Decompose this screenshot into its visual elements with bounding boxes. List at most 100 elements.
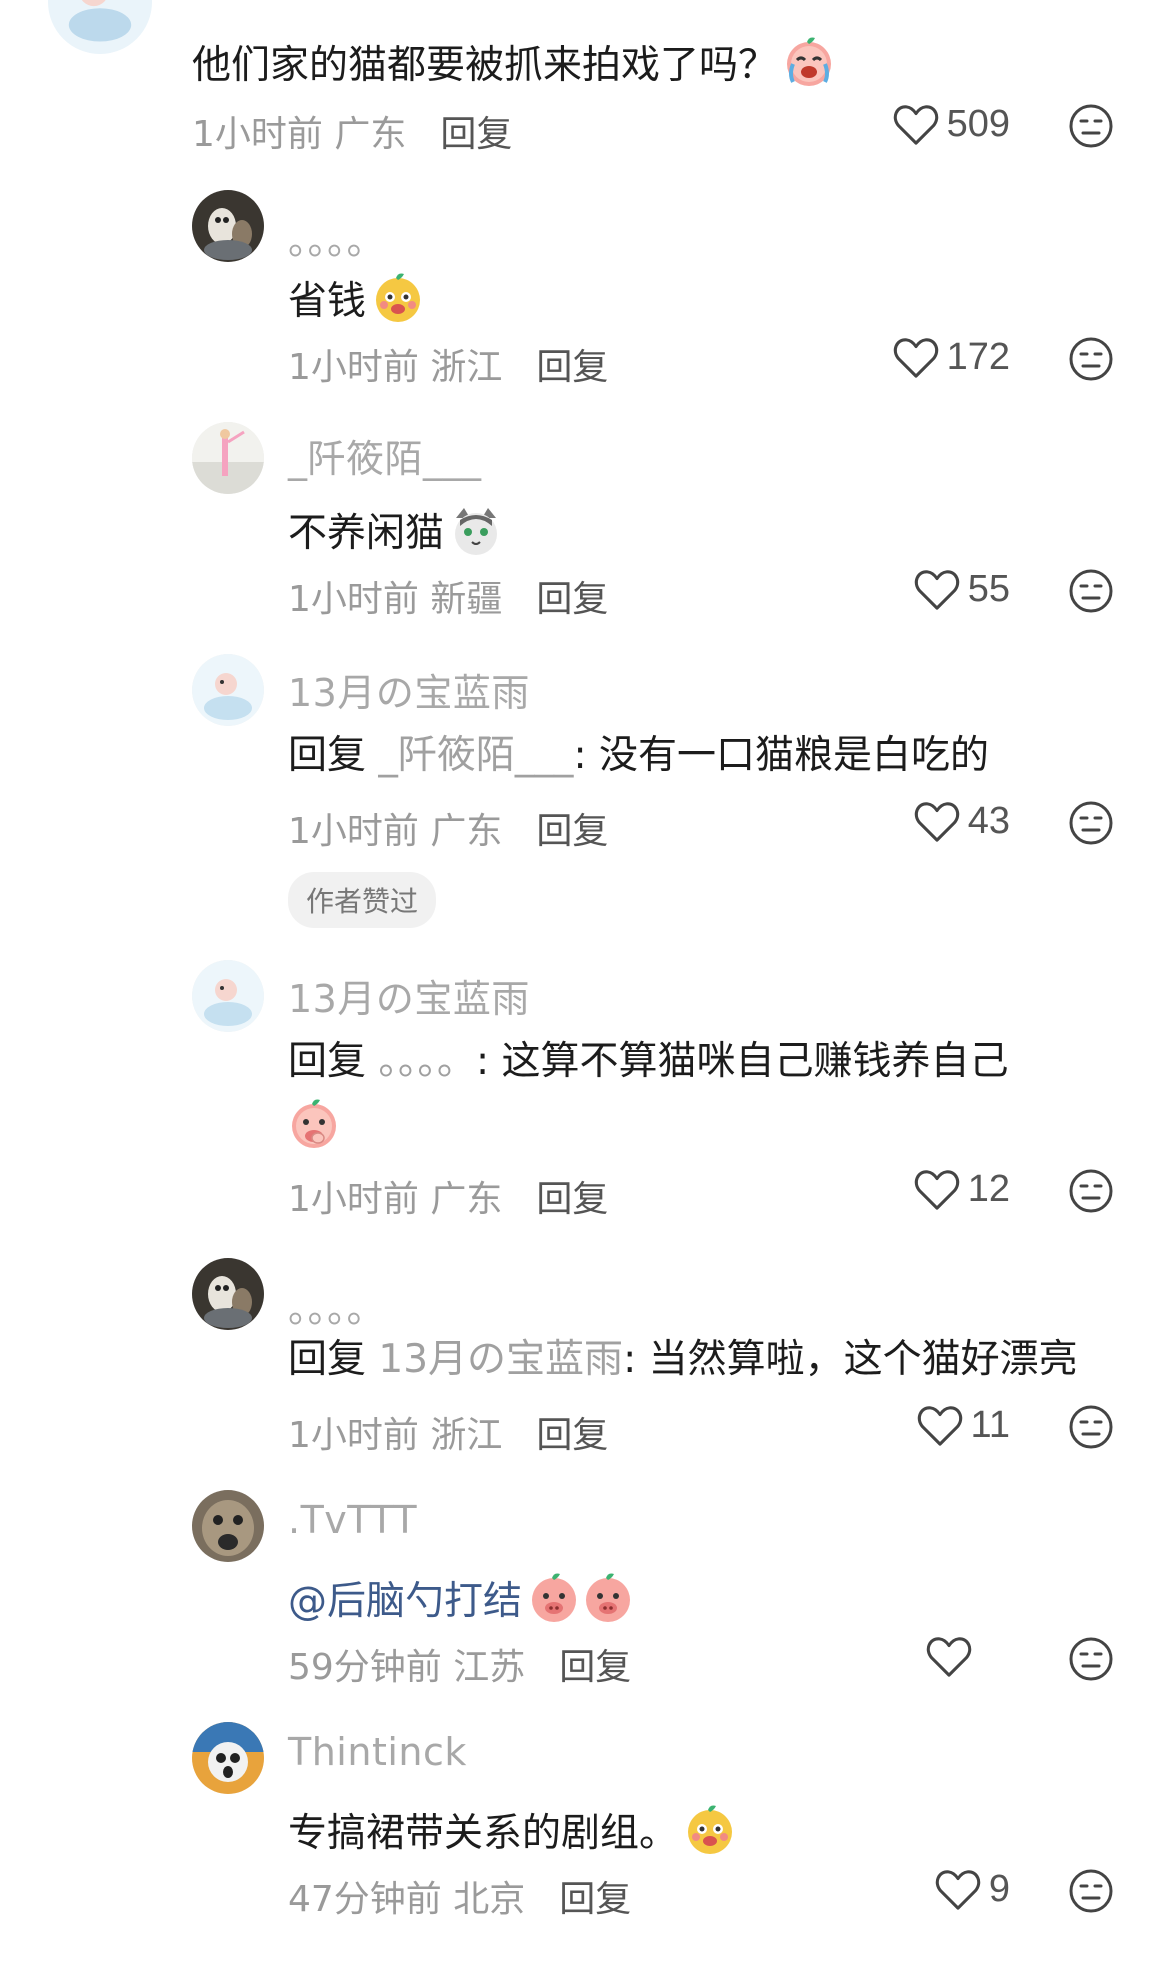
like-count: 55 xyxy=(967,568,1010,610)
crying-pink-face-emoji xyxy=(783,36,835,88)
comment-time-location: 47分钟前 北京 xyxy=(288,1879,526,1920)
comment-meta: 1小时前 浙江 回复 xyxy=(288,338,608,390)
reply-button[interactable]: 回复 xyxy=(440,114,512,155)
dislike-button[interactable] xyxy=(1068,1168,1114,1214)
dislike-button[interactable] xyxy=(1068,568,1114,614)
reply-target-username[interactable]: 13月の宝蓝雨 xyxy=(378,1337,623,1382)
heart-outline-icon xyxy=(914,569,959,610)
comment-meta: 1小时前 广东 回复 xyxy=(192,105,512,157)
comment-time-location: 1小时前 浙江 xyxy=(288,1415,503,1456)
like-count: 509 xyxy=(946,103,1010,145)
like-count: 43 xyxy=(967,800,1010,842)
dislike-button[interactable] xyxy=(1068,1404,1114,1450)
avatar[interactable] xyxy=(192,422,264,494)
neutral-face-icon xyxy=(1069,569,1113,613)
pink-face-covering-mouth-emoji xyxy=(288,1098,340,1150)
author-liked-badge: 作者赞过 xyxy=(288,872,437,928)
neutral-face-icon xyxy=(1069,801,1113,845)
neutral-face-icon xyxy=(1069,1869,1113,1913)
like-count: 9 xyxy=(988,1868,1010,1910)
comment-time-location: 1小时前 广东 xyxy=(288,1179,503,1220)
comment-text-continued xyxy=(288,1098,340,1150)
comment-text: 专搞裙带关系的剧组。 xyxy=(288,1804,736,1856)
avatar[interactable] xyxy=(192,1490,264,1562)
like-button[interactable]: 11 xyxy=(870,1404,1010,1447)
reply-button[interactable]: 回复 xyxy=(536,347,608,388)
username[interactable]: 13月の宝蓝雨 xyxy=(288,662,530,717)
heart-outline-icon xyxy=(914,1169,959,1210)
avatar[interactable] xyxy=(192,960,264,1032)
neutral-face-icon xyxy=(1069,1169,1113,1213)
mention-link[interactable]: @后脑勺打结 xyxy=(288,1579,522,1624)
heart-outline-icon xyxy=(914,801,959,842)
like-count: 11 xyxy=(970,1404,1010,1446)
like-button[interactable]: 509 xyxy=(870,103,1010,146)
heart-outline-icon xyxy=(935,1869,981,1910)
heart-outline-icon xyxy=(893,337,938,378)
reply-button[interactable]: 回复 xyxy=(559,1647,631,1688)
neutral-face-icon xyxy=(1069,1405,1113,1449)
crying-yellow-face-emoji xyxy=(372,272,424,324)
like-count: 12 xyxy=(967,1168,1010,1210)
reply-button[interactable]: 回复 xyxy=(536,1415,608,1456)
comment-text: 回复 _阡筱陌___: 没有一口猫粮是白吃的 xyxy=(288,733,989,778)
username[interactable]: Thintinck xyxy=(288,1730,467,1774)
like-button[interactable]: 55 xyxy=(870,568,1010,611)
neutral-face-icon xyxy=(1069,1637,1113,1681)
username[interactable]: 。。。。 xyxy=(288,1278,385,1333)
heart-outline-icon xyxy=(926,1637,972,1677)
comment-meta: 1小时前 广东 回复 xyxy=(288,802,608,854)
comment-time-location: 1小时前 浙江 xyxy=(288,347,503,388)
username[interactable]: 13月の宝蓝雨 xyxy=(288,968,530,1023)
avatar[interactable] xyxy=(192,1258,264,1330)
like-button[interactable]: 12 xyxy=(870,1168,1010,1211)
like-button[interactable]: 43 xyxy=(870,800,1010,843)
dislike-button[interactable] xyxy=(1068,103,1114,149)
dislike-button[interactable] xyxy=(1068,336,1114,382)
dislike-button[interactable] xyxy=(1068,1636,1114,1682)
comment-time-location: 1小时前 广东 xyxy=(192,114,407,155)
like-button[interactable]: 172 xyxy=(870,336,1010,379)
like-button[interactable]: 9 xyxy=(920,1868,1010,1911)
comment-text: 回复 。。。。: 这算不算猫咪自己赚钱养自己 xyxy=(288,1039,1009,1084)
heart-outline-icon xyxy=(893,104,938,145)
username[interactable]: .TvTTT xyxy=(288,1498,417,1542)
reply-button[interactable]: 回复 xyxy=(559,1879,631,1920)
comment-time-location: 59分钟前 江苏 xyxy=(288,1647,526,1688)
comment-text: 省钱 xyxy=(288,272,424,324)
username[interactable]: 。。。。 xyxy=(288,210,385,265)
avatar[interactable] xyxy=(192,1722,264,1794)
comment-time-location: 1小时前 广东 xyxy=(288,811,503,852)
comment-meta: 47分钟前 北京 回复 xyxy=(288,1870,631,1922)
crying-yellow-face-emoji xyxy=(684,1804,736,1856)
comment-meta: 1小时前 新疆 回复 xyxy=(288,570,608,622)
comment-time-location: 1小时前 新疆 xyxy=(288,579,503,620)
comment-text: @后脑勺打结 xyxy=(288,1572,634,1624)
comment-meta: 1小时前 广东 回复 xyxy=(288,1170,608,1222)
avatar[interactable] xyxy=(192,190,264,262)
neutral-face-icon xyxy=(1069,104,1113,148)
comment-feed: 他们家的猫都要被抓来拍戏了吗？ 1小时前 广东 回复 509 。。。。 省钱 1小… xyxy=(0,0,1170,1971)
reply-button[interactable]: 回复 xyxy=(536,811,608,852)
cat-face-emoji xyxy=(450,504,502,556)
comment-text: 不养闲猫 xyxy=(288,504,502,556)
pig-face-emoji xyxy=(528,1572,580,1624)
comment-meta: 1小时前 浙江 回复 xyxy=(288,1406,608,1458)
avatar[interactable] xyxy=(48,0,152,54)
reply-target-username[interactable]: _阡筱陌___ xyxy=(378,733,573,778)
heart-outline-icon xyxy=(917,1405,962,1446)
reply-button[interactable]: 回复 xyxy=(536,1179,608,1220)
like-button[interactable] xyxy=(920,1636,980,1678)
username[interactable]: _阡筱陌___ xyxy=(288,428,482,483)
reply-button[interactable]: 回复 xyxy=(536,579,608,620)
avatar[interactable] xyxy=(192,654,264,726)
dislike-button[interactable] xyxy=(1068,1868,1114,1914)
like-count: 172 xyxy=(946,336,1010,378)
comment-meta: 59分钟前 江苏 回复 xyxy=(288,1638,631,1690)
pig-face-emoji xyxy=(582,1572,634,1624)
comment-text: 回复 13月の宝蓝雨: 当然算啦，这个猫好漂亮 xyxy=(288,1337,1078,1382)
dislike-button[interactable] xyxy=(1068,800,1114,846)
reply-target-username[interactable]: 。。。。 xyxy=(378,1039,476,1084)
comment-text: 他们家的猫都要被抓来拍戏了吗？ xyxy=(192,36,835,88)
neutral-face-icon xyxy=(1069,337,1113,381)
